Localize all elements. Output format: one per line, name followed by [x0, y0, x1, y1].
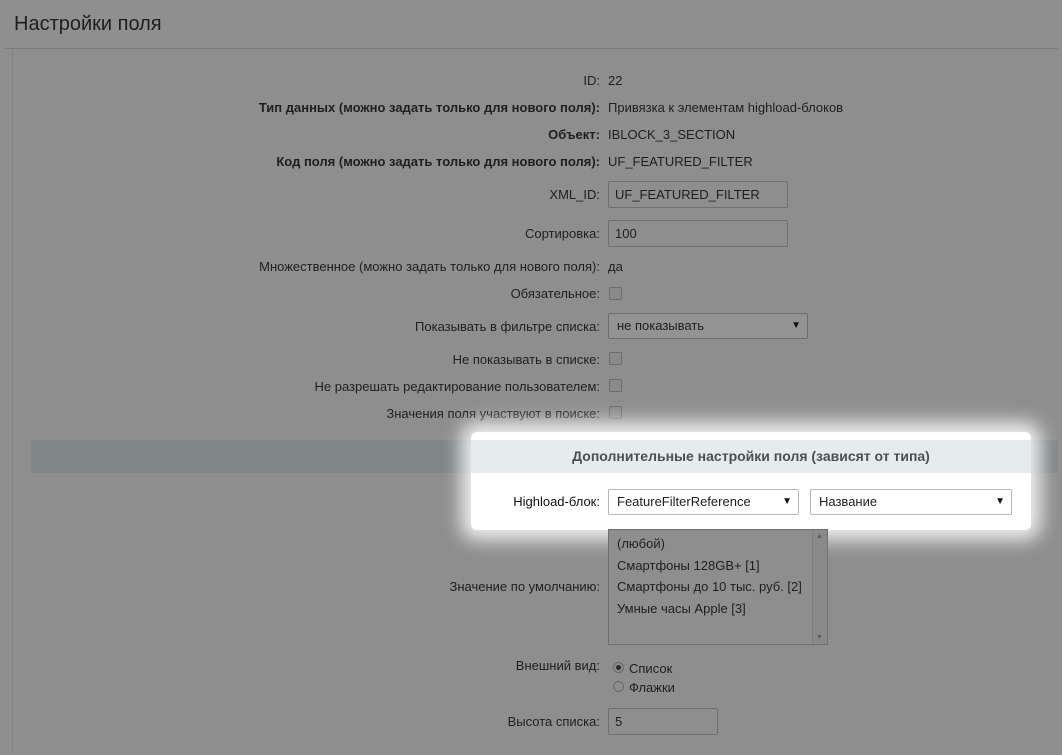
show-filter-label: Показывать в фильтре списка: [415, 319, 600, 334]
no-user-edit-checkbox[interactable] [609, 379, 622, 392]
list-height-input[interactable]: 5 [608, 708, 718, 735]
view-list-label: Список [629, 661, 673, 676]
view-checkbox-radio[interactable] [613, 681, 624, 692]
data-type-value: Привязка к элементам highload-блоков [608, 100, 844, 115]
hlblock-field-select[interactable]: Название ▼ [810, 489, 1012, 515]
page-title: Настройки поля [14, 13, 162, 35]
field-settings-page: Настройки поля ID: 22 Тип данных (можно … [0, 0, 1062, 755]
multiple-value: да [608, 259, 623, 274]
list-height-label: Высота списка: [507, 714, 600, 729]
hlblock-select[interactable]: FeatureFilterReference ▼ [608, 489, 799, 515]
list-item[interactable]: (любой) [617, 536, 665, 551]
list-item[interactable]: Умные часы Apple [3] [617, 601, 746, 616]
required-label: Обязательное: [510, 286, 600, 301]
highlighted-region: Дополнительные настройки поля (зависят о… [471, 432, 1031, 530]
view-checkbox-label: Флажки [629, 680, 675, 695]
view-label: Внешний вид: [515, 658, 600, 673]
chevron-down-icon: ▼ [782, 496, 792, 507]
no-user-edit-label: Не разрешать редактирование пользователе… [314, 379, 600, 394]
scroll-up-icon[interactable]: ▲ [816, 533, 823, 540]
sort-label: Сортировка: [525, 226, 600, 241]
extra-section-title: Дополнительные настройки поля (зависят о… [572, 448, 930, 464]
hlblock-value: FeatureFilterReference [617, 494, 751, 509]
hlblock-label: Highload-блок: [513, 494, 600, 509]
default-value-listbox[interactable]: (любой) Смартфоны 128GB+ [1] Смартфоны д… [608, 529, 828, 645]
searchable-label: Значения поля участвуют в поиске: [386, 406, 600, 421]
object-value: IBLOCK_3_SECTION [608, 127, 736, 142]
chevron-down-icon: ▼ [995, 496, 1005, 507]
required-checkbox[interactable] [609, 287, 622, 300]
scroll-down-icon[interactable]: ▼ [816, 634, 823, 641]
searchable-checkbox[interactable] [609, 406, 622, 419]
default-value-label: Значение по умолчанию: [449, 579, 600, 594]
chevron-down-icon: ▼ [791, 320, 801, 331]
list-item[interactable]: Смартфоны 128GB+ [1] [617, 558, 760, 573]
xml-id-input[interactable]: UF_FEATURED_FILTER [608, 181, 788, 208]
xml-id-label: XML_ID: [549, 187, 600, 202]
title-bar: Настройки поля [4, 4, 1058, 49]
view-list-radio[interactable] [613, 662, 624, 673]
data-type-label: Тип данных (можно задать только для ново… [258, 100, 600, 115]
id-value: 22 [608, 73, 623, 88]
hide-in-list-checkbox[interactable] [609, 352, 622, 365]
show-filter-select[interactable]: не показывать ▼ [608, 313, 808, 339]
multiple-label: Множественное (можно задать только для н… [259, 259, 600, 274]
object-label: Объект: [548, 127, 600, 142]
list-item[interactable]: Смартфоны до 10 тыс. руб. [2] [617, 579, 802, 594]
listbox-scrollbar[interactable]: ▲ ▼ [812, 530, 827, 644]
field-code-label: Код поля (можно задать только для нового… [276, 154, 600, 169]
show-filter-value: не показывать [617, 318, 705, 333]
hlblock-field-value: Название [819, 494, 878, 509]
sort-input[interactable]: 100 [608, 220, 788, 247]
field-code-value: UF_FEATURED_FILTER [608, 154, 753, 169]
id-label: ID: [583, 73, 600, 88]
hide-in-list-label: Не показывать в списке: [452, 352, 600, 367]
